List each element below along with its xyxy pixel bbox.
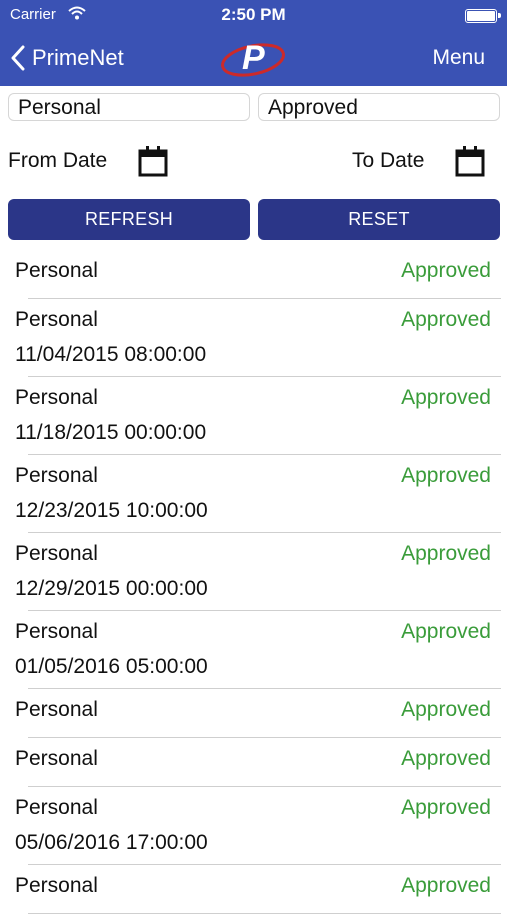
leave-type: Personal [15,874,98,897]
leave-date: 12/29/2015 00:00:00 [15,577,208,600]
leave-type: Personal [15,308,98,331]
type-selector[interactable]: Personal [8,93,250,121]
approval-status: Approved [401,747,491,770]
to-date-label: To Date [352,149,425,172]
action-buttons: REFRESH RESET [8,199,500,241]
primenet-logo: P [218,35,288,81]
approval-status: Approved [401,698,491,721]
approval-status: Approved [401,464,491,487]
list-item[interactable]: Personal Approved 11/18/2015 00:00:00 [0,377,507,455]
leave-date: 11/04/2015 08:00:00 [15,343,207,366]
approval-status: Approved [401,259,491,282]
leave-date: 05/06/2016 17:00:00 [15,831,208,854]
list-item[interactable]: Personal Approved 12/23/2015 10:00:00 [0,455,507,533]
reset-button[interactable]: RESET [258,199,500,240]
menu-button[interactable]: Menu [432,46,485,70]
to-date-calendar-icon[interactable] [455,145,485,177]
back-button[interactable]: PrimeNet [10,40,124,76]
clock: 2:50 PM [221,5,286,24]
leave-date: 11/18/2015 00:00:00 [15,421,207,444]
leave-type: Personal [15,620,98,643]
from-date-calendar-icon[interactable] [138,145,168,177]
filter-selectors: Personal Approved [8,93,500,123]
status-bar: Carrier 2:50 PM [0,0,507,30]
list-item[interactable]: Personal Approved 12/29/2015 00:00:00 [0,533,507,611]
navigation-bar: PrimeNet P Menu [0,30,507,86]
list-item[interactable]: Personal Approved 01/05/2016 05:00:00 [0,611,507,689]
date-range: From Date To Date [0,140,507,180]
list-item[interactable]: Personal Approved [0,689,507,738]
leave-type: Personal [15,464,98,487]
chevron-left-icon [11,45,25,71]
list-item[interactable]: Personal Approved [0,865,507,914]
leave-type: Personal [15,542,98,565]
approval-status: Approved [401,620,491,643]
battery-tip [498,13,501,18]
list-item[interactable]: Personal Approved [0,250,507,299]
leave-type: Personal [15,259,98,282]
leave-type: Personal [15,698,98,721]
leave-type: Personal [15,796,98,819]
back-button-label: PrimeNet [32,45,124,70]
top-bar: Carrier 2:50 PM PrimeNet P Menu [0,0,507,86]
logo-letter: P [242,39,265,77]
leave-date: 01/05/2016 05:00:00 [15,655,208,678]
approval-status: Approved [401,796,491,819]
leave-date: 12/23/2015 10:00:00 [15,499,208,522]
list-item[interactable]: Personal Approved 05/06/2016 17:00:00 [0,787,507,865]
leave-request-list: Personal Approved Personal Approved 11/04/20… [0,250,507,914]
approval-status: Approved [401,542,491,565]
list-item[interactable]: Personal Approved [0,738,507,787]
leave-type: Personal [15,386,98,409]
from-date-label: From Date [8,149,108,172]
list-item[interactable]: Personal Approved 11/04/2015 08:00:00 [0,299,507,377]
approval-status: Approved [401,386,491,409]
battery-icon [465,9,497,23]
approval-status: Approved [401,308,491,331]
status-selector[interactable]: Approved [258,93,500,121]
approval-status: Approved [401,874,491,897]
refresh-button[interactable]: REFRESH [8,199,250,240]
leave-type: Personal [15,747,98,770]
